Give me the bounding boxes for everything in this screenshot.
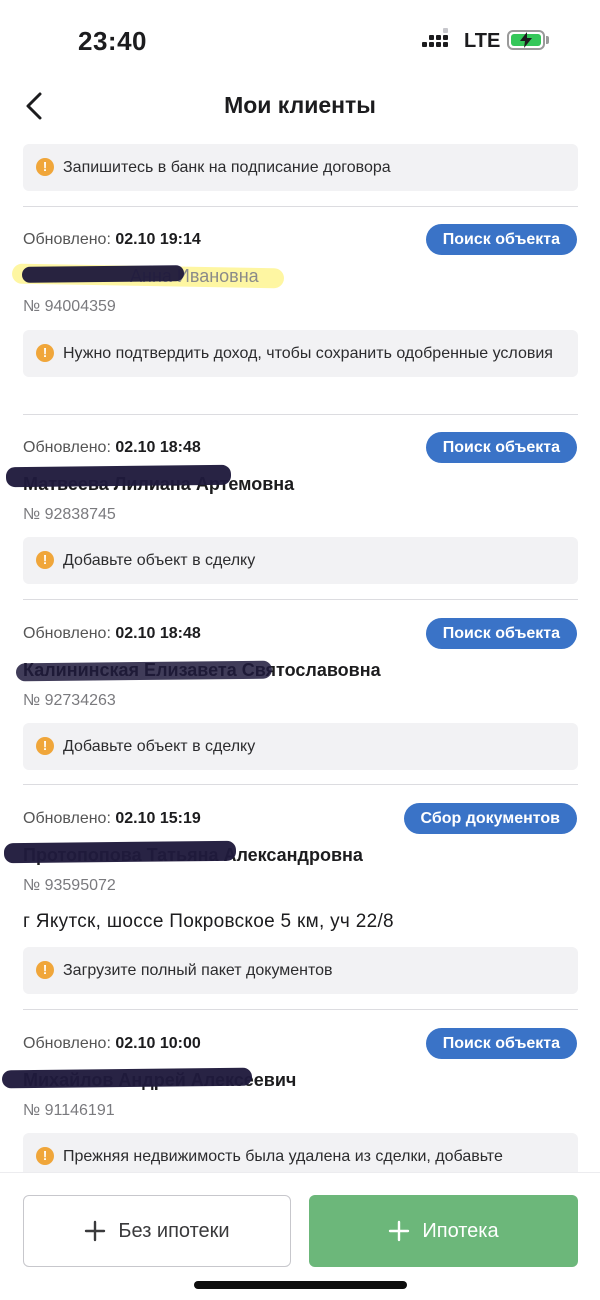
no-mortgage-label: Без ипотеки	[118, 1219, 230, 1242]
charging-bolt-icon	[520, 32, 532, 48]
updated-label: Обновлено:	[23, 231, 111, 248]
cellular-signal-icon	[422, 28, 456, 52]
updated-value: 02.10 15:19	[115, 810, 201, 827]
updated-row: Обновлено: 02.10 15:19	[23, 810, 201, 828]
updated-label: Обновлено:	[23, 1035, 111, 1052]
status-badge[interactable]: Поиск объекта	[425, 1028, 577, 1059]
updated-label: Обновлено:	[23, 625, 111, 642]
status-time: 23:40	[78, 26, 147, 56]
plus-icon	[389, 1220, 410, 1242]
divider	[23, 414, 578, 415]
warning-icon: !	[36, 158, 54, 176]
updated-value: 02.10 18:48	[115, 625, 201, 642]
client-notice: ! Прежняя недвижимость была удалена из с…	[23, 1133, 578, 1172]
deal-number: № 94004359	[23, 298, 116, 315]
updated-value: 02.10 10:00	[115, 1035, 201, 1052]
status-badge[interactable]: Поиск объекта	[425, 224, 577, 255]
updated-row: Обновлено: 02.10 19:14	[23, 231, 201, 249]
notice-text: Прежняя недвижимость была удалена из сде…	[63, 1148, 503, 1165]
deal-number: № 91146191	[23, 1102, 115, 1119]
nav-header: Мои клиенты	[0, 80, 600, 132]
client-notice: ! Добавьте объект в сделку	[23, 723, 578, 770]
plus-icon	[85, 1220, 106, 1242]
battery-icon	[507, 30, 545, 50]
updated-label: Обновлено:	[23, 439, 111, 456]
notice-text: Загрузите полный пакет документов	[63, 962, 333, 979]
notice-text: Нужно подтвердить доход, чтобы сохранить…	[63, 345, 553, 362]
redaction-mark	[21, 265, 185, 283]
client-notice: ! Добавьте объект в сделку	[23, 537, 578, 584]
client-list[interactable]: ! Запишитесь в банк на подписание догово…	[0, 132, 600, 1172]
warning-icon: !	[36, 737, 54, 755]
redaction-mark	[1, 1067, 253, 1089]
network-type: LTE	[464, 30, 501, 52]
page-title: Мои клиенты	[224, 92, 376, 118]
client-notice: ! Загрузите полный пакет документов	[23, 947, 578, 994]
status-bar: 23:40 LTE	[0, 0, 600, 80]
warning-icon: !	[36, 551, 54, 569]
redaction-mark	[15, 660, 273, 682]
updated-label: Обновлено:	[23, 810, 111, 827]
deal-number: № 92734263	[23, 692, 116, 709]
updated-value: 02.10 19:14	[115, 231, 201, 248]
redaction-mark	[5, 464, 232, 488]
warning-icon: !	[36, 344, 54, 362]
redaction-mark	[3, 840, 237, 864]
warning-icon: !	[36, 1147, 54, 1165]
mortgage-label: Ипотека	[422, 1219, 499, 1242]
notice-text: Добавьте объект в сделку	[63, 552, 256, 569]
updated-value: 02.10 18:48	[115, 439, 201, 456]
client-notice: ! Нужно подтвердить доход, чтобы сохрани…	[23, 330, 578, 377]
status-badge[interactable]: Сбор документов	[403, 803, 577, 834]
mortgage-button[interactable]: Ипотека	[309, 1195, 578, 1267]
deal-number: № 93595072	[23, 877, 116, 894]
status-badge[interactable]: Поиск объекта	[425, 618, 577, 649]
battery-nub	[546, 36, 549, 44]
no-mortgage-button[interactable]: Без ипотеки	[23, 1195, 291, 1267]
divider	[23, 784, 578, 785]
updated-row: Обновлено: 02.10 18:48	[23, 439, 201, 457]
client-address: г Якутск, шоссе Покровское 5 км, уч 22/8	[23, 911, 394, 932]
home-indicator	[194, 1281, 407, 1289]
divider	[23, 206, 578, 207]
divider	[23, 599, 578, 600]
top-notice: ! Запишитесь в банк на подписание догово…	[23, 144, 578, 191]
notice-text: Добавьте объект в сделку	[63, 738, 256, 755]
notice-text: Запишитесь в банк на подписание договора	[63, 159, 391, 176]
divider	[23, 1009, 578, 1010]
deal-number: № 92838745	[23, 506, 116, 523]
warning-icon: !	[36, 961, 54, 979]
updated-row: Обновлено: 02.10 10:00	[23, 1035, 201, 1053]
updated-row: Обновлено: 02.10 18:48	[23, 625, 201, 643]
status-badge[interactable]: Поиск объекта	[425, 432, 577, 463]
